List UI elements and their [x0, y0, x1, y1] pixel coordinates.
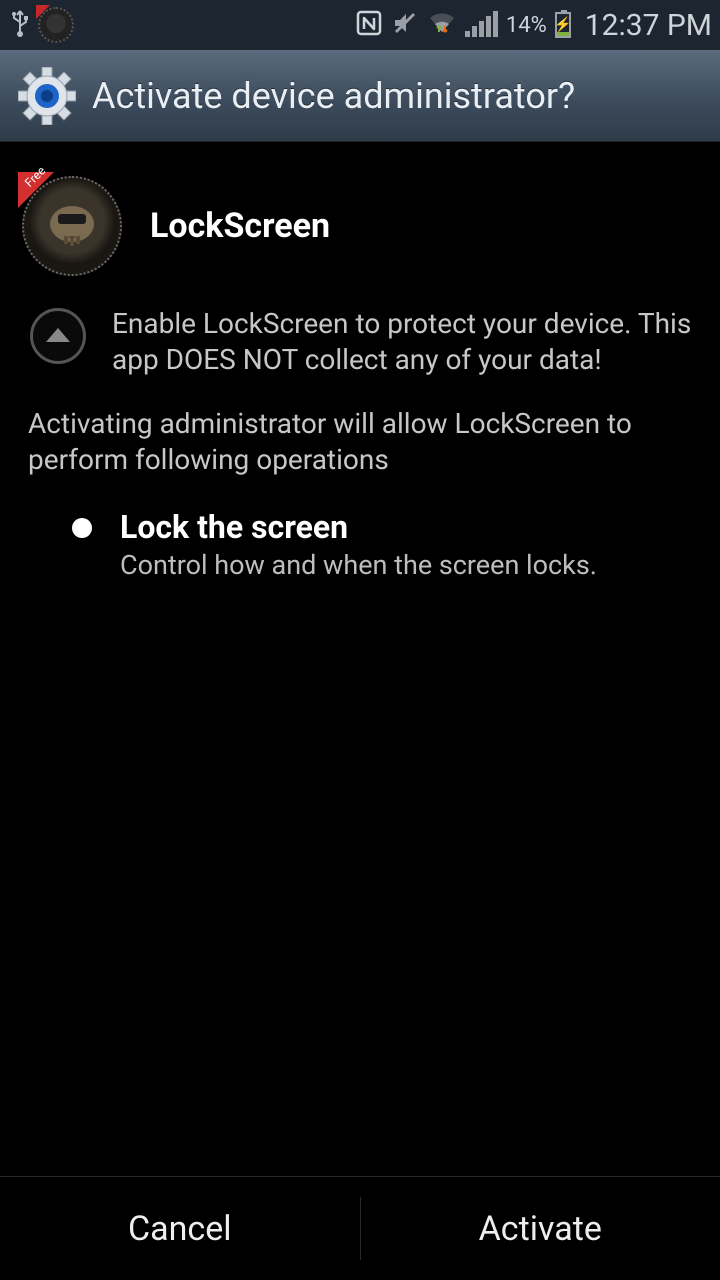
signal-icon	[465, 13, 498, 37]
operation-subtitle: Control how and when the screen locks.	[120, 548, 597, 582]
dialog-content: Free LockScreen Enable LockScreen to pro…	[0, 142, 720, 582]
cancel-button[interactable]: Cancel	[0, 1177, 360, 1280]
status-bar: 14% ⚡ 12:37 PM	[0, 0, 720, 50]
wifi-icon	[427, 10, 457, 40]
chevron-up-icon	[46, 328, 70, 342]
app-description: Enable LockScreen to protect your device…	[112, 306, 698, 378]
operations-intro: Activating administrator will allow Lock…	[22, 406, 698, 508]
status-left	[8, 7, 74, 43]
collapse-button[interactable]	[30, 308, 86, 364]
activate-button[interactable]: Activate	[361, 1177, 720, 1280]
dialog-title: Activate device administrator?	[92, 75, 575, 117]
app-row: Free LockScreen	[22, 166, 698, 300]
dialog-header: Activate device administrator?	[0, 50, 720, 142]
battery-icon: ⚡	[555, 12, 571, 38]
nfc-icon	[355, 9, 383, 41]
app-name: LockScreen	[150, 206, 330, 246]
clock: 12:37 PM	[585, 8, 712, 43]
mute-icon	[391, 9, 419, 41]
app-notification-icon	[38, 7, 74, 43]
operation-item: Lock the screen Control how and when the…	[22, 508, 698, 582]
button-bar: Cancel Activate	[0, 1176, 720, 1280]
app-icon: Free	[22, 176, 122, 276]
settings-gear-icon	[18, 67, 76, 125]
usb-icon	[8, 8, 32, 42]
operation-title: Lock the screen	[120, 508, 597, 546]
battery-percentage: 14%	[506, 13, 547, 38]
bullet-icon	[72, 518, 92, 538]
status-right: 14% ⚡ 12:37 PM	[355, 8, 712, 43]
description-row: Enable LockScreen to protect your device…	[22, 300, 698, 406]
